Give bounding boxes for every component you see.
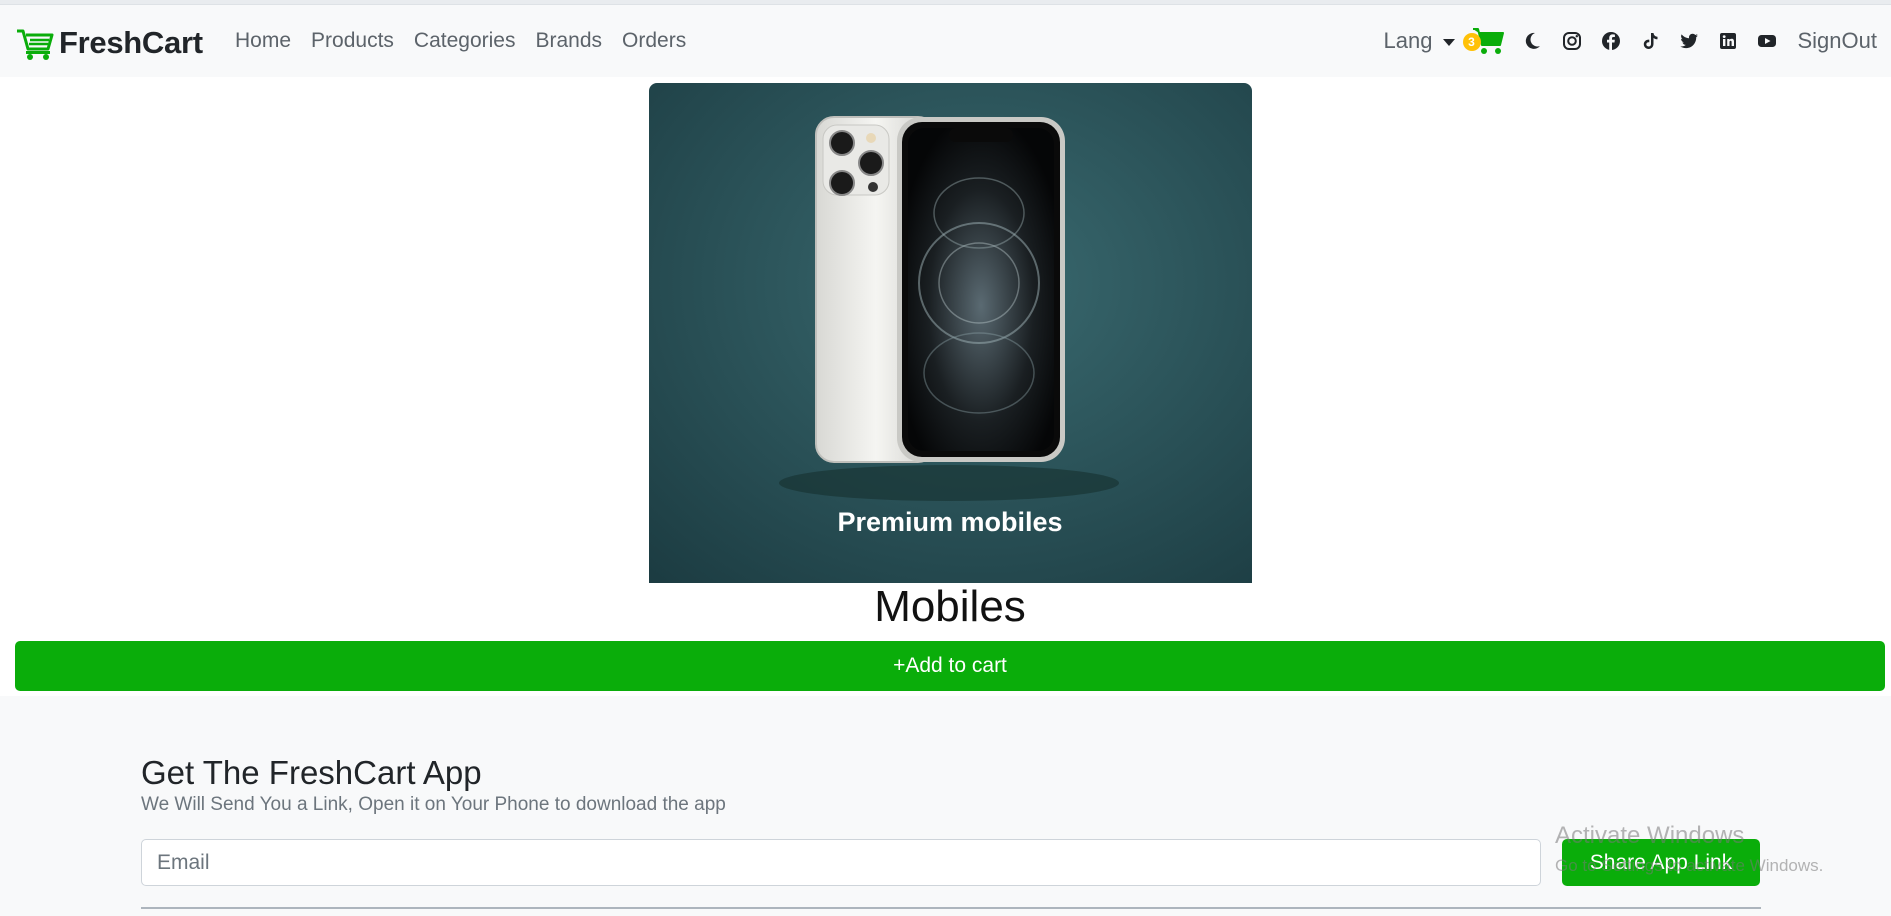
share-app-link-button[interactable]: Share App Link [1562,839,1760,886]
cart-count-badge: 3 [1462,33,1481,51]
nav-links: Home Products Categories Brands Orders [235,5,706,77]
youtube-icon[interactable] [1756,30,1778,52]
cart-logo-icon [17,29,54,60]
moon-icon[interactable] [1522,30,1544,52]
footer: Get The FreshCart App We Will Send You a… [0,696,1891,916]
image-caption: Premium mobiles [837,507,1062,537]
add-to-cart-button[interactable]: +Add to cart [15,641,1885,691]
footer-subtitle: We Will Send You a Link, Open it on Your… [141,794,726,815]
chevron-down-icon [1442,38,1455,46]
footer-divider [141,907,1761,909]
nav-link-products[interactable]: Products [311,29,394,53]
navbar: FreshCart Home Products Categories Brand… [0,5,1891,77]
instagram-icon[interactable] [1561,30,1583,52]
nav-link-orders[interactable]: Orders [622,29,686,53]
nav-link-home[interactable]: Home [235,29,291,53]
brand-logo[interactable]: FreshCart [15,25,203,61]
lang-label: Lang [1383,28,1433,53]
tiktok-icon[interactable] [1639,30,1661,52]
product-image: Premium mobiles [649,83,1252,583]
lang-dropdown[interactable]: Lang [1384,28,1455,54]
nav-link-brands[interactable]: Brands [535,29,602,53]
twitter-icon[interactable] [1678,30,1700,52]
nav-right: Lang 3 SignOut [1384,5,1877,77]
product-title: Mobiles [874,582,1026,631]
linkedin-icon[interactable] [1717,30,1739,52]
nav-link-categories[interactable]: Categories [414,29,516,53]
signout-link[interactable]: SignOut [1798,28,1878,54]
facebook-icon[interactable] [1600,30,1622,52]
brand-name: FreshCart [59,25,203,60]
email-field[interactable] [141,839,1541,886]
cart-button[interactable]: 3 [1462,23,1505,59]
footer-title: Get The FreshCart App [141,754,482,791]
